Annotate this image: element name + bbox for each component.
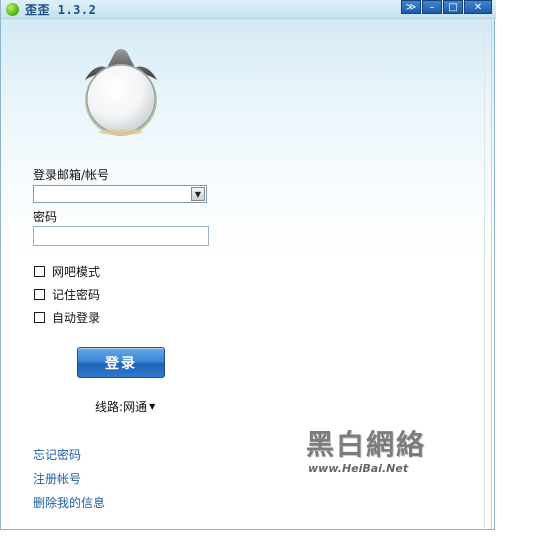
- minimize-button[interactable]: –: [422, 0, 442, 14]
- watermark: 黑白網絡 www.HeiBai.Net: [306, 428, 427, 476]
- route-label: 线路: [95, 400, 120, 414]
- title-bar[interactable]: 歪歪 1.3.2 ≫ – □ ✕: [1, 0, 496, 19]
- close-button[interactable]: ✕: [464, 0, 492, 14]
- auto-login-checkbox[interactable]: [34, 312, 45, 323]
- dropdown-arrow-icon[interactable]: ▼: [191, 187, 205, 201]
- watermark-title: 黑白網絡: [306, 428, 427, 461]
- option-auto-login[interactable]: 自动登录: [34, 309, 100, 326]
- avatar[interactable]: [79, 46, 163, 138]
- caret-down-icon: ▼: [149, 402, 156, 411]
- app-logo-icon: [6, 3, 19, 16]
- auto-login-label: 自动登录: [52, 311, 101, 325]
- internet-cafe-label: 网吧模式: [52, 265, 101, 279]
- collapse-button[interactable]: ≫: [401, 0, 421, 14]
- option-remember-password[interactable]: 记住密码: [34, 286, 100, 303]
- maximize-button[interactable]: □: [443, 0, 463, 14]
- watermark-url: www.HeiBai.Net: [308, 462, 409, 475]
- remember-password-label: 记住密码: [52, 288, 101, 302]
- route-value: 网通: [123, 400, 148, 414]
- internet-cafe-checkbox[interactable]: [34, 266, 45, 277]
- window-controls: ≫ – □ ✕: [401, 0, 492, 14]
- password-input[interactable]: [33, 226, 209, 246]
- option-internet-cafe-mode[interactable]: 网吧模式: [34, 263, 100, 280]
- login-button[interactable]: 登录: [77, 347, 165, 378]
- avatar-icon: [85, 49, 157, 136]
- password-label: 密码: [33, 210, 58, 224]
- window-title: 歪歪 1.3.2: [25, 3, 97, 17]
- route-selector[interactable]: 线路 : 网通 ▼: [95, 398, 155, 415]
- login-window: 歪歪 1.3.2 ≫ – □ ✕ 登录邮箱/帐号 ▼ 密码 网吧模式 记住密码 …: [0, 0, 496, 530]
- remember-password-checkbox[interactable]: [34, 289, 45, 300]
- account-label: 登录邮箱/帐号: [33, 168, 110, 182]
- register-link[interactable]: 注册帐号: [33, 470, 81, 487]
- delete-info-link[interactable]: 删除我的信息: [33, 494, 105, 511]
- account-combobox[interactable]: ▼: [33, 185, 207, 203]
- forgot-password-link[interactable]: 忘记密码: [33, 446, 81, 463]
